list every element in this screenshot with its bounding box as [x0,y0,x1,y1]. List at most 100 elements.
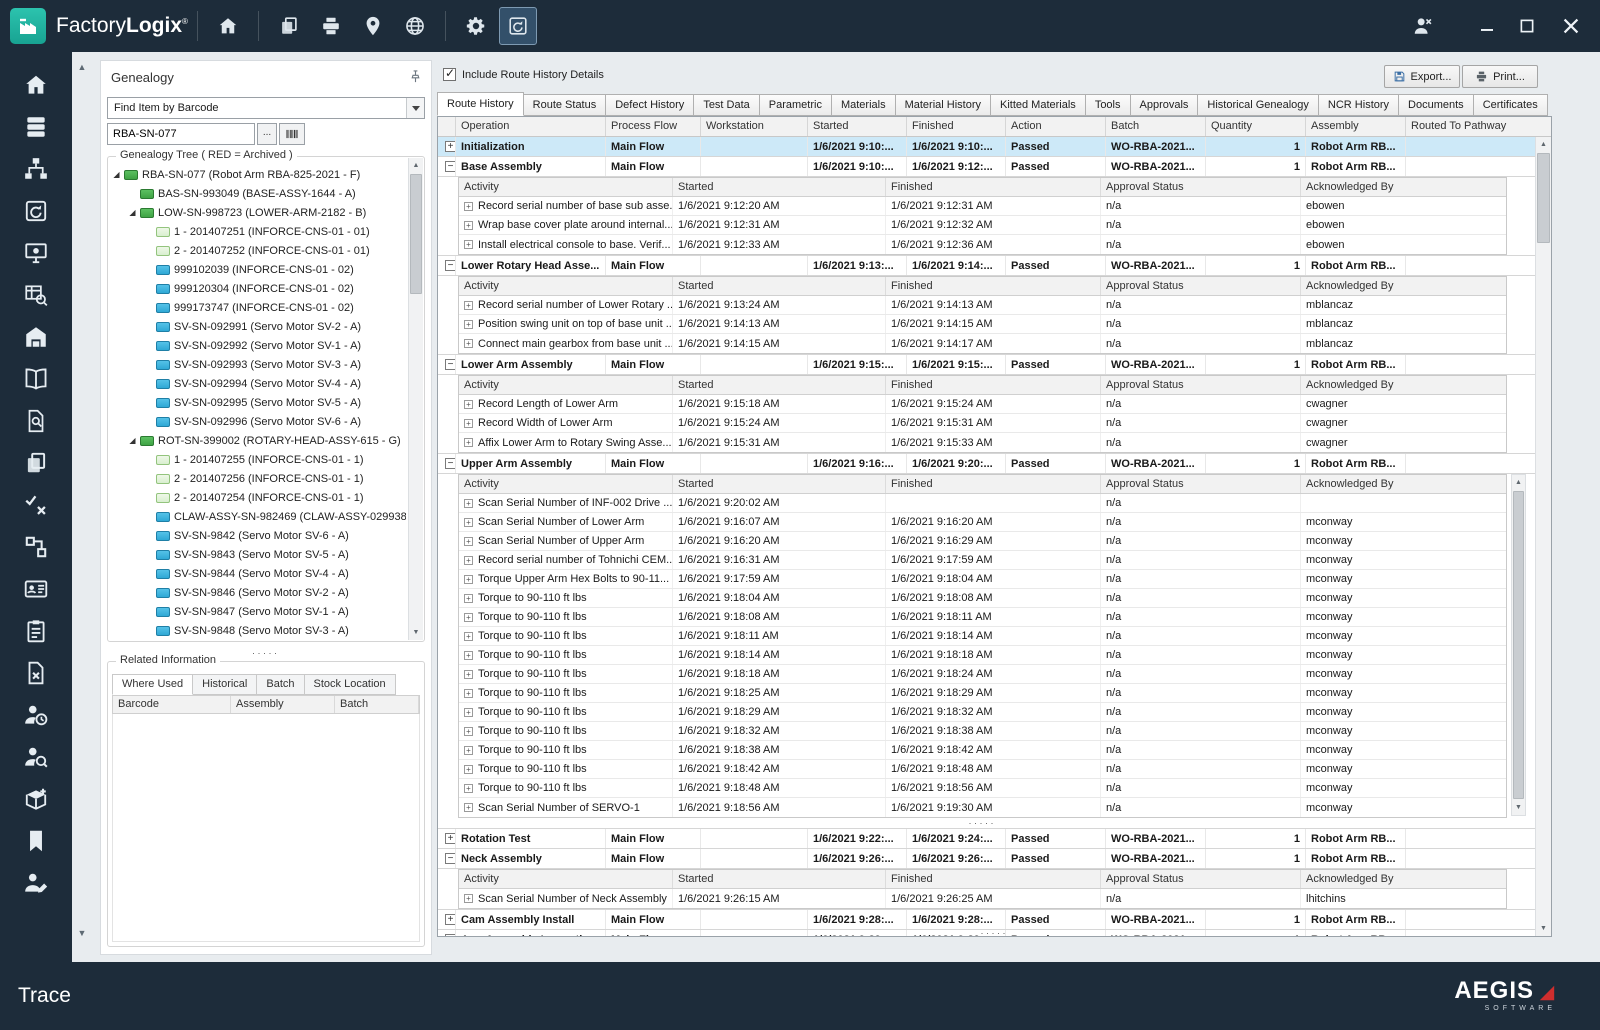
tree-item[interactable]: 1 - 201407251 (INFORCE-CNS-01 - 01) [110,222,406,241]
related-tab-batch[interactable]: Batch [256,674,305,695]
tree-item[interactable]: SV-SN-092991 (Servo Motor SV-2 - A) [110,317,406,336]
activity-row[interactable]: + Scan Serial Number of SERVO-1 1/6/2021 9… [459,798,1506,817]
scroll-up-icon[interactable]: ▲ [1536,137,1551,152]
tab-historical-genealogy[interactable]: Historical Genealogy [1198,94,1319,116]
trace-icon[interactable] [23,198,49,224]
activity-row[interactable]: + Install electrical console to base. Ver… [459,235,1506,254]
tab-parametric[interactable]: Parametric [759,94,832,116]
tree-item[interactable]: ◢ LOW-SN-998723 (LOWER-ARM-2182 - B) [110,203,406,222]
activity-expand-icon[interactable]: + [464,240,473,249]
activity-row[interactable]: + Record serial number of base sub asse..… [459,197,1506,216]
activity-expand-icon[interactable]: + [464,201,473,211]
sidebar-scroll-down-icon[interactable]: ▼ [76,928,88,938]
expand-icon[interactable]: + [445,833,455,844]
copy-button[interactable] [270,7,308,45]
activity-expand-icon[interactable]: + [464,574,473,584]
activity-row[interactable]: + Torque to 90-110 ft lbs 1/6/2021 9:18:48… [459,779,1506,798]
tree-item[interactable]: 999173747 (INFORCE-CNS-01 - 02) [110,298,406,317]
col-batch[interactable]: Batch [1106,117,1206,136]
activity-expand-icon[interactable]: + [464,612,473,622]
activity-expand-icon[interactable]: + [464,517,473,527]
tree-item[interactable]: 999120304 (INFORCE-CNS-01 - 02) [110,279,406,298]
col-action[interactable]: Action [1006,117,1106,136]
operation-row-cam-assembly-install[interactable]: + Cam Assembly Install Main Flow 1/6/2021 9… [438,910,1535,930]
operation-row-neck-assembly[interactable]: − Neck Assembly Main Flow 1/6/2021 9:26:...… [438,849,1535,869]
activity-scrollbar[interactable]: ▲ ▼ [1511,474,1526,816]
include-route-history-toggle[interactable]: Include Route History Details [443,66,604,81]
tree-item[interactable]: SV-SN-9846 (Servo Motor SV-2 - A) [110,583,406,602]
bookmark-icon[interactable] [23,828,49,854]
monitor-icon[interactable] [23,240,49,266]
tab-kitted-materials[interactable]: Kitted Materials [991,94,1086,116]
home-button[interactable] [209,7,247,45]
tab-documents[interactable]: Documents [1399,94,1474,116]
activity-expand-icon[interactable]: + [464,688,473,698]
activity-expand-icon[interactable]: + [464,707,473,717]
tree-item[interactable]: SV-SN-9844 (Servo Motor SV-4 - A) [110,564,406,583]
tab-route-status[interactable]: Route Status [523,94,607,116]
col-process-flow[interactable]: Process Flow [606,117,701,136]
operation-row-initialization[interactable]: + Initialization Main Flow 1/6/2021 9:10:..… [438,137,1535,157]
activity-row[interactable]: + Torque to 90-110 ft lbs 1/6/2021 9:18:42… [459,760,1506,779]
collapse-icon[interactable]: − [445,161,455,172]
activity-expand-icon[interactable]: + [464,319,473,329]
activity-row[interactable]: + Record Length of Lower Arm 1/6/2021 9:15… [459,395,1506,414]
activity-row[interactable]: + Scan Serial Number of INF-002 Drive ...… [459,494,1506,513]
activity-row[interactable]: + Connect main gearbox from base unit ...… [459,334,1506,353]
user-clock-icon[interactable] [23,702,49,728]
search-mode-dropdown[interactable]: Find Item by Barcode [107,97,425,119]
tab-certificates[interactable]: Certificates [1473,94,1548,116]
scroll-down-icon[interactable]: ▼ [409,625,423,640]
activity-row[interactable]: + Scan Serial Number of Lower Arm 1/6/2021… [459,513,1506,532]
activity-row[interactable]: + Scan Serial Number of Neck Assembly 1/6/… [459,889,1506,908]
tree-item[interactable]: 2 - 201407254 (INFORCE-CNS-01 - 1) [110,488,406,507]
activity-row[interactable]: + Record Width of Lower Arm 1/6/2021 9:15:… [459,414,1506,433]
activity-row[interactable]: + Scan Serial Number of Upper Arm 1/6/2021… [459,532,1506,551]
tab-tools[interactable]: Tools [1085,94,1131,116]
warehouse-icon[interactable] [23,324,49,350]
database-icon[interactable] [23,114,49,140]
scroll-down-icon[interactable]: ▼ [1512,800,1525,815]
box-add-icon[interactable] [23,786,49,812]
tree-expander-icon[interactable]: ◢ [126,436,139,445]
operation-row-arm-assembly-inspection[interactable]: +Arm Assembly InspectionMain Flow 1/6/202… [438,930,1535,936]
maximize-button[interactable] [1510,9,1544,43]
collapse-icon[interactable]: − [445,260,455,271]
home-icon[interactable] [23,72,49,98]
related-tab-stock-location[interactable]: Stock Location [303,674,396,695]
activity-expand-icon[interactable]: + [464,498,473,508]
tree-scrollbar[interactable]: ▲ ▼ [408,158,423,640]
clipboard-edit-icon[interactable] [23,618,49,644]
scroll-up-icon[interactable]: ▲ [409,158,423,173]
minimize-button[interactable] [1470,9,1504,43]
activity-expand-icon[interactable]: + [464,593,473,603]
document-x-icon[interactable] [23,660,49,686]
activity-row[interactable]: + Record serial number of Lower Rotary ..… [459,296,1506,315]
tree-item[interactable]: SV-SN-9848 (Servo Motor SV-3 - A) [110,621,406,639]
sidebar-scroll-up-icon[interactable]: ▲ [76,62,88,72]
barcode-scan-button[interactable] [279,123,305,145]
operation-row-lower-arm-assembly[interactable]: − Lower Arm Assembly Main Flow 1/6/2021 9:1… [438,355,1535,375]
collapse-icon[interactable]: − [445,458,455,469]
tree-item[interactable]: SV-SN-092995 (Servo Motor SV-5 - A) [110,393,406,412]
activity-expand-icon[interactable]: + [464,650,473,660]
tree-item[interactable]: SV-SN-092996 (Servo Motor SV-6 - A) [110,412,406,431]
tree-item[interactable]: 2 - 201407256 (INFORCE-CNS-01 - 1) [110,469,406,488]
col-assembly[interactable]: Assembly [1306,117,1406,136]
activity-expand-icon[interactable]: + [464,555,473,565]
activity-expand-icon[interactable]: + [464,339,473,348]
browse-button[interactable]: ... [257,123,277,145]
activity-expand-icon[interactable]: + [464,418,473,428]
hierarchy-icon[interactable] [23,156,49,182]
activity-row[interactable]: + Torque to 90-110 ft lbs 1/6/2021 9:18:25… [459,684,1506,703]
collapse-icon[interactable]: − [445,853,455,864]
activity-expand-icon[interactable]: + [464,783,473,793]
tab-test-data[interactable]: Test Data [694,94,760,116]
activity-row[interactable]: + Torque to 90-110 ft lbs 1/6/2021 9:18:32… [459,722,1506,741]
activity-expand-icon[interactable]: + [464,536,473,546]
activity-row[interactable]: + Torque to 90-110 ft lbs 1/6/2021 9:18:38… [459,741,1506,760]
tab-route-history[interactable]: Route History [437,92,524,116]
tab-materials[interactable]: Materials [831,94,896,116]
book-icon[interactable] [23,366,49,392]
tab-material-history[interactable]: Material History [895,94,991,116]
